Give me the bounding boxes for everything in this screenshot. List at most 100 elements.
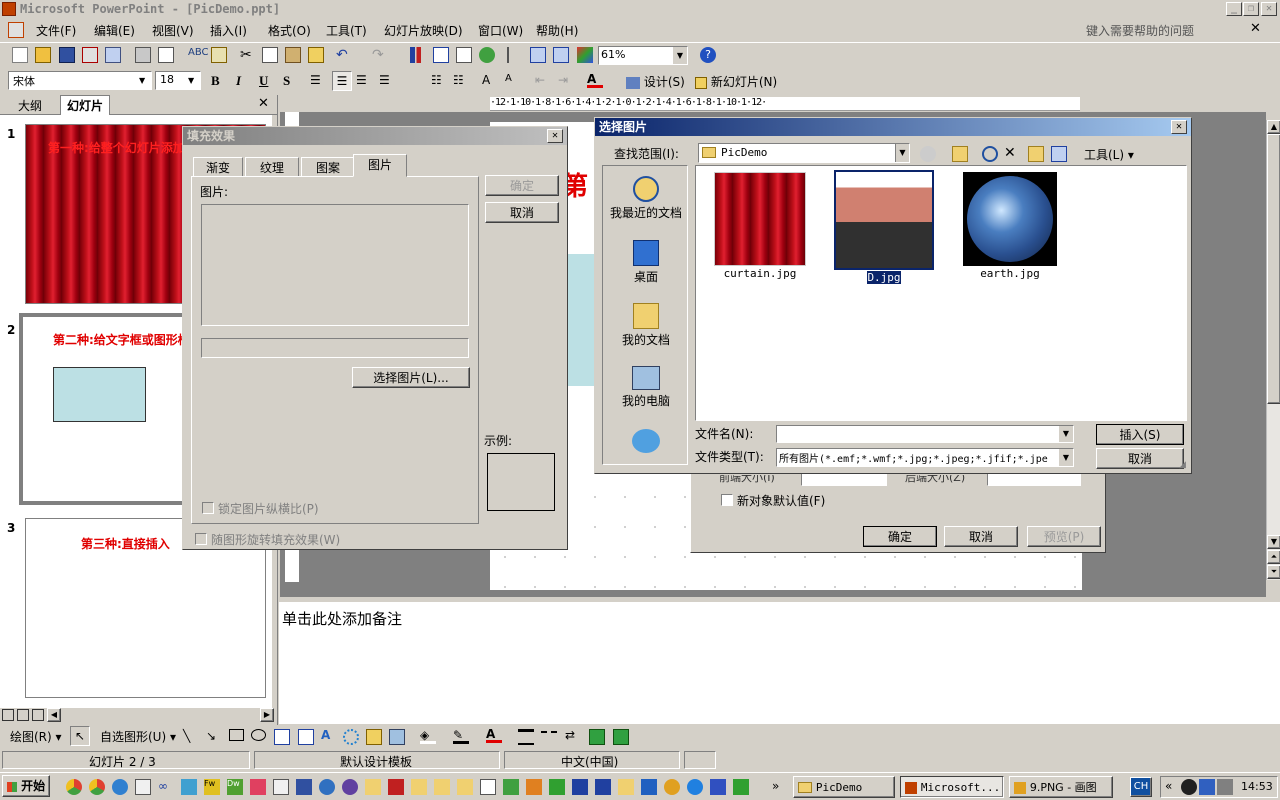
permission-icon[interactable] bbox=[82, 47, 98, 63]
task-button[interactable]: PicDemo bbox=[793, 776, 895, 798]
app-icon[interactable] bbox=[135, 779, 151, 795]
app-icon[interactable] bbox=[503, 779, 519, 795]
decrease-indent-icon[interactable]: ⇤ bbox=[535, 73, 551, 89]
app-icon[interactable] bbox=[434, 779, 450, 795]
place-network[interactable] bbox=[603, 429, 689, 455]
research-icon[interactable] bbox=[211, 47, 227, 63]
chevron-down-icon[interactable]: ▼ bbox=[1059, 426, 1073, 442]
slide-sorter-view-icon[interactable] bbox=[17, 709, 29, 721]
back-icon[interactable] bbox=[920, 146, 936, 162]
app-icon[interactable] bbox=[112, 779, 128, 795]
app-icon[interactable] bbox=[572, 779, 588, 795]
lock-aspect-checkbox[interactable] bbox=[202, 502, 214, 514]
normal-view-icon[interactable] bbox=[2, 709, 14, 721]
tab-pattern[interactable]: 图案 bbox=[301, 157, 355, 177]
up-folder-icon[interactable] bbox=[952, 146, 968, 162]
app-icon[interactable] bbox=[411, 779, 427, 795]
vertical-textbox-icon[interactable] bbox=[298, 729, 314, 745]
fill-ok-button[interactable]: 确定 bbox=[485, 175, 559, 196]
undo-icon[interactable]: ↶ bbox=[336, 47, 352, 63]
tools-menu[interactable]: 工具(L) ▾ bbox=[1084, 146, 1134, 163]
default-checkbox[interactable] bbox=[721, 494, 733, 506]
back-cancel-button[interactable]: 取消 bbox=[944, 526, 1018, 547]
taskbar-chevron-icon[interactable]: » bbox=[772, 779, 779, 793]
cut-icon[interactable]: ✂ bbox=[240, 47, 256, 63]
filename-input[interactable]: ▼ bbox=[776, 425, 1074, 443]
diagram-icon[interactable] bbox=[343, 729, 359, 745]
tab-texture[interactable]: 纹理 bbox=[245, 157, 299, 177]
expand-all-icon[interactable] bbox=[507, 47, 523, 63]
tab-picture[interactable]: 图片 bbox=[353, 154, 407, 177]
fill-color-icon[interactable]: ◈ bbox=[420, 728, 436, 744]
chevron-down-icon[interactable]: ▼ bbox=[673, 47, 687, 64]
app-icon[interactable] bbox=[181, 779, 197, 795]
new-icon[interactable] bbox=[12, 47, 28, 63]
insert-table-icon[interactable] bbox=[433, 47, 449, 63]
app-icon[interactable] bbox=[319, 779, 335, 795]
increase-indent-icon[interactable]: ⇥ bbox=[558, 73, 574, 89]
scroll-down-icon[interactable]: ▼ bbox=[1267, 535, 1280, 549]
insert-diagram-icon[interactable] bbox=[479, 47, 495, 63]
next-slide-icon[interactable]: ⏷ bbox=[1267, 565, 1280, 579]
numbering-icon[interactable]: ☷ bbox=[431, 73, 447, 89]
app-icon[interactable] bbox=[595, 779, 611, 795]
panel-close-icon[interactable]: ✕ bbox=[258, 96, 269, 111]
new-slide-button[interactable]: 新幻灯片(N) bbox=[695, 73, 777, 90]
dreamweaver-icon[interactable]: Dw bbox=[227, 779, 243, 795]
underline-button[interactable]: U bbox=[259, 73, 275, 89]
format-painter-icon[interactable] bbox=[308, 47, 324, 63]
arrow-style-icon[interactable]: ⇄ bbox=[565, 728, 581, 744]
rotate-checkbox[interactable] bbox=[195, 533, 207, 545]
slide-shape[interactable] bbox=[566, 254, 596, 386]
start-button[interactable]: 开始 bbox=[2, 775, 50, 797]
select-pointer-icon[interactable]: ↖ bbox=[70, 726, 90, 746]
font-name-select[interactable]: 宋体 ▼ bbox=[8, 71, 152, 90]
app-icon[interactable] bbox=[342, 779, 358, 795]
prev-slide-icon[interactable]: ⏶ bbox=[1267, 550, 1280, 564]
insert-button[interactable]: 插入(S) bbox=[1096, 424, 1184, 445]
doc-close-icon[interactable]: ✕ bbox=[1250, 21, 1261, 36]
file-item[interactable]: curtain.jpg bbox=[710, 172, 810, 282]
app-icon[interactable] bbox=[664, 779, 680, 795]
app-icon[interactable] bbox=[457, 779, 473, 795]
app-icon[interactable] bbox=[250, 779, 266, 795]
tab-slides[interactable]: 幻灯片 bbox=[60, 95, 111, 115]
align-left-icon[interactable]: ☰ bbox=[310, 73, 326, 89]
task-button[interactable]: 9.PNG - 画图 bbox=[1009, 776, 1113, 798]
copy-icon[interactable] bbox=[262, 47, 278, 63]
place-mycomputer[interactable]: 我的电脑 bbox=[603, 366, 689, 409]
spelling-icon[interactable]: ABC bbox=[188, 47, 209, 63]
network-icon[interactable] bbox=[1199, 779, 1215, 795]
autoshapes-menu[interactable]: 自选图形(U) ▾ bbox=[100, 728, 176, 745]
dash-style-icon[interactable] bbox=[541, 731, 557, 747]
app-icon[interactable] bbox=[526, 779, 542, 795]
decrease-font-icon[interactable]: A bbox=[505, 73, 521, 89]
print-preview-icon[interactable] bbox=[158, 47, 174, 63]
app-icon[interactable] bbox=[480, 779, 496, 795]
arrow-icon[interactable]: ↘ bbox=[206, 729, 222, 745]
tab-outline[interactable]: 大纲 bbox=[18, 97, 42, 114]
chrome-icon[interactable] bbox=[66, 779, 82, 795]
italic-button[interactable]: I bbox=[236, 73, 252, 89]
app-icon[interactable] bbox=[733, 779, 749, 795]
help-icon[interactable]: ? bbox=[700, 47, 716, 63]
close-button[interactable]: ✕ bbox=[1261, 2, 1277, 16]
app-icon[interactable] bbox=[641, 779, 657, 795]
back-preview-button[interactable]: 预览(P) bbox=[1027, 526, 1101, 547]
help-search-input[interactable]: 键入需要帮助的问题 bbox=[1086, 22, 1194, 39]
menu-help[interactable]: 帮助(H) bbox=[536, 22, 578, 39]
views-icon[interactable] bbox=[1051, 146, 1067, 162]
vertical-scrollbar[interactable]: ▲ ▼ ⏶ ⏷ bbox=[1266, 120, 1280, 580]
notes-pane[interactable]: 单击此处添加备注 bbox=[279, 600, 1280, 724]
line-icon[interactable]: ╲ bbox=[183, 729, 199, 745]
menu-edit[interactable]: 编辑(E) bbox=[94, 22, 135, 39]
place-desktop[interactable]: 桌面 bbox=[603, 240, 689, 285]
shadow-style-icon[interactable] bbox=[589, 729, 605, 745]
app-icon[interactable] bbox=[388, 779, 404, 795]
back-ok-button[interactable]: 确定 bbox=[863, 526, 937, 547]
color-grayscale-icon[interactable] bbox=[577, 47, 593, 63]
app-icon[interactable] bbox=[296, 779, 312, 795]
app-icon[interactable] bbox=[365, 779, 381, 795]
zoom-select[interactable]: 61% ▼ bbox=[598, 46, 688, 65]
app-icon[interactable] bbox=[687, 779, 703, 795]
